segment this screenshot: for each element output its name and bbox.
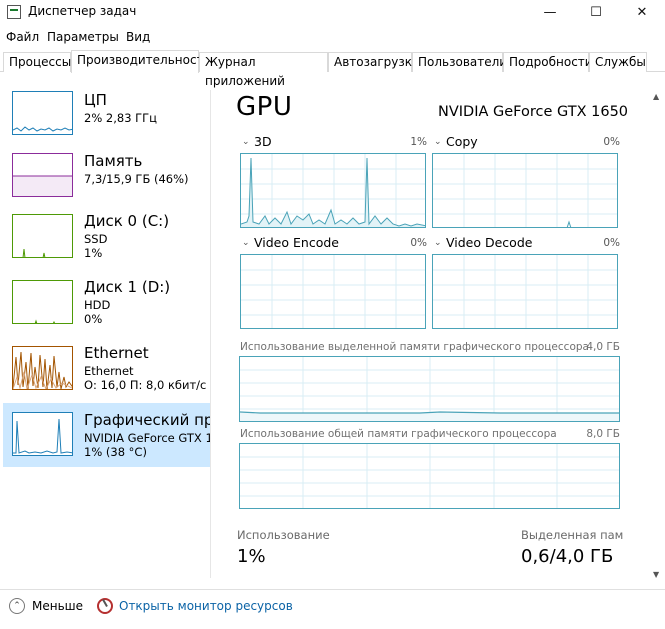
resource-detail: 1%: [84, 246, 103, 260]
scroll-down-icon[interactable]: ▼: [653, 570, 659, 579]
dedicated-memory-graph: [239, 356, 620, 422]
engine-graph-video-decode: [432, 254, 618, 329]
fewer-details-button[interactable]: Меньше: [32, 599, 83, 613]
gpu-thumbnail-line: [13, 418, 72, 454]
resource-name: Диск 1 (D:): [84, 278, 171, 296]
ethernet-thumbnail-line: [13, 351, 72, 389]
tab-processes[interactable]: Процессы: [3, 52, 71, 72]
engine-graph-copy: [432, 153, 618, 228]
shared-memory-line: [240, 444, 619, 508]
page-title: GPU: [236, 92, 293, 122]
panel-splitter[interactable]: [210, 90, 211, 578]
minimize-button[interactable]: —: [527, 0, 573, 25]
video-decode-usage-line: [433, 255, 617, 328]
maximize-button[interactable]: ☐: [573, 0, 619, 25]
tab-startup[interactable]: Автозагрузка: [328, 52, 419, 72]
resource-detail: SSD: [84, 232, 108, 246]
engine-percent: 0%: [410, 237, 427, 249]
open-resource-monitor-link[interactable]: Открыть монитор ресурсов: [119, 599, 293, 613]
resource-list: ЦП 2% 2,83 ГГц Память 7,3/15,9 ГБ (46%) …: [0, 80, 210, 580]
resource-name: ЦП: [84, 91, 107, 109]
shared-memory-max: 8,0 ГБ: [586, 428, 620, 440]
engine-percent: 0%: [603, 237, 620, 249]
tab-performance[interactable]: Производительность: [71, 50, 211, 73]
dedicated-memory-line: [240, 357, 619, 421]
chevron-down-icon[interactable]: ⌄: [434, 137, 442, 147]
tab-app-history[interactable]: Журнал приложений: [199, 52, 328, 88]
disk1-thumbnail-line: [34, 319, 56, 323]
engine-graph-video-encode: [240, 254, 426, 329]
resource-name: Ethernet: [84, 344, 149, 362]
menu-options[interactable]: Параметры: [47, 30, 119, 44]
vertical-scrollbar[interactable]: ▲ ▼: [650, 92, 664, 582]
scroll-up-icon[interactable]: ▲: [653, 92, 659, 101]
tab-users[interactable]: Пользователи: [412, 52, 507, 72]
engine-graph-3d: [240, 153, 426, 228]
resource-detail: 1% (38 °C): [84, 445, 147, 459]
cpu-thumbnail-line: [13, 126, 72, 132]
engine-select-video-encode[interactable]: Video Encode: [254, 235, 339, 250]
gpu-thumbnail-graph: [12, 412, 73, 456]
disk0-thumbnail-graph: [12, 214, 73, 258]
menu-view[interactable]: Вид: [126, 30, 150, 44]
task-manager-app-icon: [7, 5, 21, 19]
copy-usage-line: [433, 154, 617, 227]
menu-file[interactable]: Файл: [6, 30, 39, 44]
disk0-thumbnail-line: [22, 248, 46, 257]
engine-percent: 0%: [603, 136, 620, 148]
chevron-down-icon[interactable]: ⌄: [242, 238, 250, 248]
engine-select-video-decode[interactable]: Video Decode: [446, 235, 532, 250]
close-icon: ✕: [636, 5, 648, 20]
memory-thumbnail-graph: [12, 153, 73, 197]
gpu-model-name: NVIDIA GeForce GTX 1650: [438, 104, 629, 120]
shared-memory-graph: [239, 443, 620, 509]
resource-detail: 2% 2,83 ГГц: [84, 111, 158, 125]
dedicated-memory-max: 4,0 ГБ: [586, 341, 620, 353]
resource-monitor-icon: [97, 598, 113, 614]
engine-percent: 1%: [410, 136, 427, 148]
window-title: Диспетчер задач: [28, 4, 137, 18]
dedicated-memory-label: Использование выделенной памяти графичес…: [240, 341, 589, 353]
resource-detail: NVIDIA GeForce GTX 165: [84, 431, 210, 445]
resource-detail: Ethernet: [84, 364, 134, 378]
engine-select-3d[interactable]: 3D: [254, 134, 272, 149]
chevron-up-icon[interactable]: ⌃: [9, 598, 25, 614]
chevron-down-icon[interactable]: ⌄: [242, 137, 250, 147]
engine-select-copy[interactable]: Copy: [446, 134, 478, 149]
usage-stat-label: Использование: [237, 528, 330, 542]
resource-detail: HDD: [84, 298, 111, 312]
chevron-down-icon[interactable]: ⌄: [434, 238, 442, 248]
ethernet-thumbnail-graph: [12, 346, 73, 390]
tab-details[interactable]: Подробности: [503, 52, 593, 72]
shared-memory-label: Использование общей памяти графического …: [240, 428, 557, 440]
resource-detail: 0%: [84, 312, 103, 326]
memory-thumbnail-line: [13, 175, 72, 196]
resource-name: Диск 0 (C:): [84, 212, 170, 230]
close-button[interactable]: ✕: [619, 0, 665, 25]
usage-stat-value: 1%: [237, 546, 266, 567]
dedicated-stat-value: 0,6/4,0 ГБ: [521, 546, 614, 567]
tab-services[interactable]: Службы: [589, 52, 647, 72]
footer-divider: [0, 589, 665, 590]
minimize-icon: —: [543, 5, 557, 20]
dedicated-stat-label: Выделенная памя: [521, 528, 623, 542]
resource-name: Графический про: [84, 411, 210, 429]
3d-usage-line: [241, 154, 425, 227]
video-encode-usage-line: [241, 255, 425, 328]
resource-detail: О: 16,0 П: 8,0 кбит/с: [84, 378, 207, 392]
resource-name: Память: [84, 152, 143, 170]
disk1-thumbnail-graph: [12, 280, 73, 324]
maximize-icon: ☐: [590, 5, 602, 20]
resource-detail: 7,3/15,9 ГБ (46%): [84, 172, 189, 186]
cpu-thumbnail-graph: [12, 91, 73, 135]
